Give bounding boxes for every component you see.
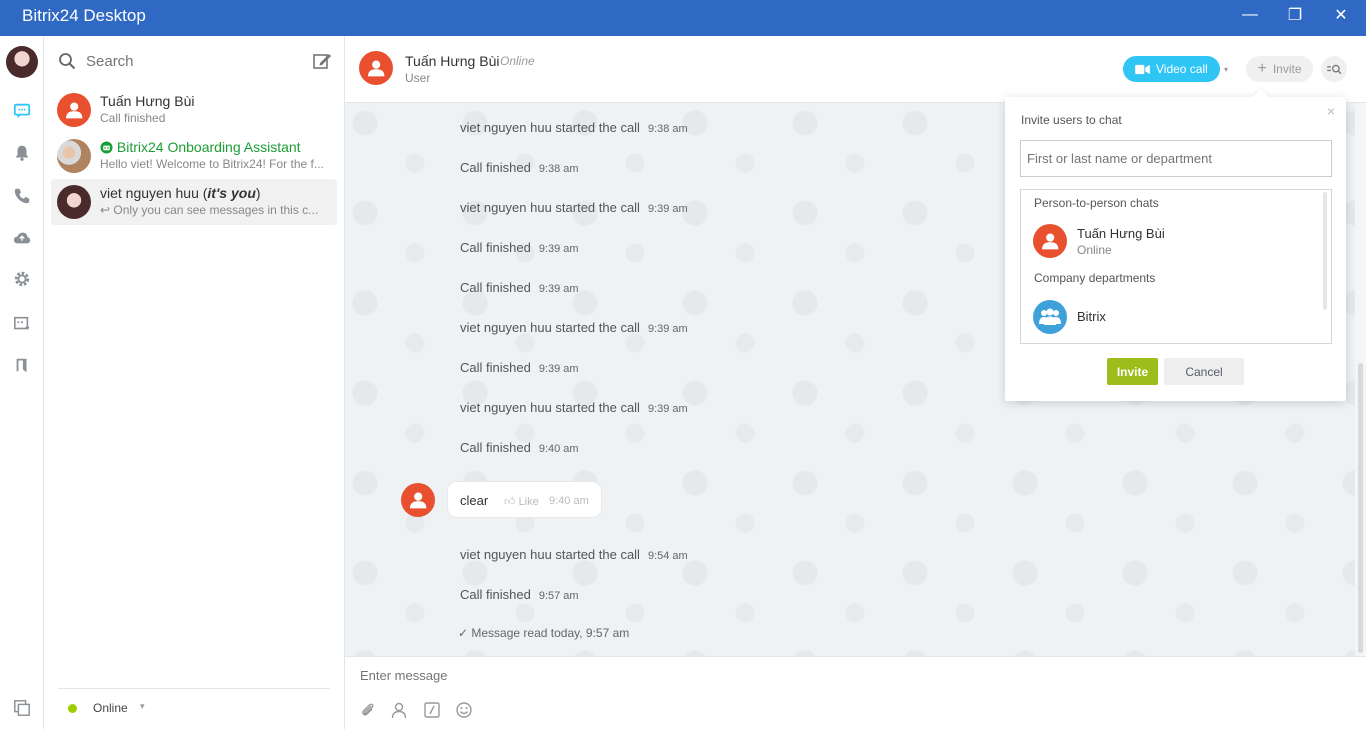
- chat-partner-role: User: [405, 71, 431, 85]
- windows-icon[interactable]: [12, 698, 32, 718]
- video-camera-icon: [1135, 64, 1150, 74]
- compose-icon[interactable]: [312, 51, 332, 71]
- avatar: [1033, 224, 1067, 258]
- reply-icon: ↩: [100, 203, 114, 217]
- message-scrollbar[interactable]: [1355, 103, 1366, 656]
- system-message: viet nguyen huu started the call 9:38 am: [460, 120, 688, 135]
- close-window-button[interactable]: ✕: [1318, 0, 1364, 30]
- message-time: 9:40 am: [549, 495, 589, 507]
- emoji-icon[interactable]: [455, 701, 473, 719]
- bot-add-icon[interactable]: [12, 314, 32, 334]
- contact-name: Bitrix24 Onboarding Assistant: [100, 139, 301, 155]
- message-text: clear: [460, 493, 489, 508]
- bell-icon[interactable]: [12, 143, 32, 163]
- search-list-icon: [1326, 64, 1341, 74]
- thumbs-up-icon: 👍︎: [504, 496, 516, 508]
- system-message: viet nguyen huu started the call 9:39 am: [460, 400, 688, 415]
- contact-item-tuan[interactable]: Tuấn Hưng Bùi Call finished: [51, 87, 337, 133]
- contact-name: viet nguyen huu (it's you): [100, 185, 261, 201]
- avatar: [57, 93, 91, 127]
- popup-title: Invite users to chat: [1021, 113, 1122, 127]
- gear-icon[interactable]: [12, 269, 32, 289]
- search-messages-button[interactable]: [1321, 56, 1347, 82]
- scrollbar-thumb[interactable]: [1358, 363, 1363, 653]
- contact-last-message: Call finished: [100, 111, 166, 125]
- bookmark-icon[interactable]: [12, 355, 32, 375]
- phone-icon[interactable]: [12, 186, 32, 206]
- system-message: viet nguyen huu started the call 9:39 am: [460, 200, 688, 215]
- my-avatar[interactable]: [6, 46, 38, 78]
- system-message: Call finished 9:57 am: [460, 587, 579, 602]
- like-button[interactable]: 👍︎ Like: [504, 495, 539, 508]
- system-message: Call finished 9:39 am: [460, 240, 579, 255]
- contact-name: Tuấn Hưng Bùi: [100, 93, 195, 109]
- contact-item-self[interactable]: viet nguyen huu (it's you) ↩ Only you ca…: [51, 179, 337, 225]
- system-message: viet nguyen huu started the call 9:39 am: [460, 320, 688, 335]
- system-message: viet nguyen huu started the call 9:54 am: [460, 547, 688, 562]
- invite-confirm-button[interactable]: Invite: [1107, 358, 1158, 385]
- message-composer: [345, 656, 1366, 729]
- left-rail: [0, 36, 44, 729]
- maximize-button[interactable]: ❐: [1272, 0, 1318, 30]
- close-icon[interactable]: ×: [1327, 103, 1335, 119]
- user-mention-icon[interactable]: [390, 701, 408, 719]
- minimize-button[interactable]: —: [1227, 0, 1273, 30]
- result-name: Tuấn Hưng Bùi: [1077, 226, 1165, 241]
- section-header-departments: Company departments: [1034, 271, 1156, 285]
- paperclip-icon[interactable]: [359, 701, 377, 719]
- invite-search-input[interactable]: [1020, 140, 1332, 177]
- avatar[interactable]: [359, 51, 393, 85]
- system-message: Call finished 9:39 am: [460, 360, 579, 375]
- message-input[interactable]: [360, 664, 1260, 686]
- list-scrollbar[interactable]: [1323, 192, 1327, 310]
- section-header-p2p: Person-to-person chats: [1034, 196, 1159, 210]
- cloud-drive-icon[interactable]: [12, 228, 32, 248]
- check-icon: ✓: [458, 626, 472, 640]
- search-row: [44, 36, 345, 86]
- chat-partner-status: Online: [500, 54, 535, 68]
- avatar: [57, 185, 91, 219]
- status-label: Online: [93, 701, 128, 715]
- avatar[interactable]: [401, 483, 435, 517]
- chat-header: Tuấn Hưng Bùi Online User Video call ▾ +…: [345, 36, 1366, 103]
- contact-item-onboarding[interactable]: Bitrix24 Onboarding Assistant Hello viet…: [51, 133, 337, 179]
- cancel-button[interactable]: Cancel: [1164, 358, 1244, 385]
- contact-last-message: ↩ Only you can see messages in this c...: [100, 203, 319, 217]
- contact-list-panel: Tuấn Hưng Bùi Call finished Bitrix24 Onb…: [44, 36, 345, 729]
- result-status: Online: [1077, 243, 1112, 257]
- system-message: Call finished 9:40 am: [460, 440, 579, 455]
- search-input[interactable]: [86, 50, 306, 72]
- status-selector[interactable]: Online ▾: [58, 688, 330, 728]
- invite-button[interactable]: + Invite: [1246, 56, 1313, 82]
- avatar: [57, 139, 91, 173]
- result-name: Bitrix: [1077, 309, 1106, 324]
- plus-icon: +: [1257, 60, 1267, 77]
- invite-results-list: Person-to-person chats Tuấn Hưng Bùi Onl…: [1020, 189, 1332, 344]
- invite-users-popup: Invite users to chat × Person-to-person …: [1005, 88, 1346, 401]
- window-title: Bitrix24 Desktop: [22, 6, 146, 25]
- contact-last-message: Hello viet! Welcome to Bitrix24! For the…: [100, 157, 324, 171]
- read-receipt: ✓ Message read today, 9:57 am: [458, 626, 630, 640]
- command-icon[interactable]: [423, 701, 441, 719]
- video-call-dropdown[interactable]: ▾: [1218, 56, 1234, 82]
- message-bubble[interactable]: clear 👍︎ Like 9:40 am: [447, 481, 602, 518]
- title-bar: Bitrix24 Desktop — ❐ ✕: [0, 0, 1366, 36]
- chat-partner-name[interactable]: Tuấn Hưng Bùi: [405, 53, 499, 69]
- department-group-icon: [1033, 300, 1067, 334]
- online-status-dot: [68, 704, 77, 713]
- chat-icon[interactable]: [12, 101, 32, 121]
- system-message: Call finished 9:39 am: [460, 280, 579, 295]
- system-message: Call finished 9:38 am: [460, 160, 579, 175]
- video-call-button[interactable]: Video call: [1123, 56, 1220, 82]
- search-icon: [59, 53, 76, 70]
- bot-icon: [100, 141, 113, 154]
- chevron-down-icon: ▾: [140, 701, 145, 711]
